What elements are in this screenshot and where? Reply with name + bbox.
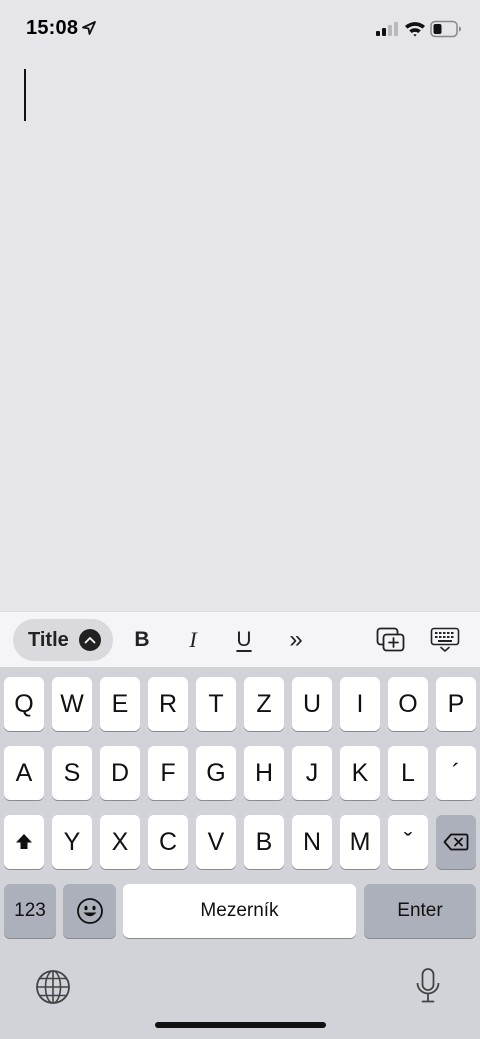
emoji-icon [76,898,103,924]
key-n[interactable]: N [292,815,332,869]
paragraph-style-label: Title [28,628,69,651]
cellular-signal-icon [376,22,398,36]
key-k[interactable]: K [340,746,380,800]
shift-key[interactable] [4,815,44,869]
key-z[interactable]: Z [244,677,284,731]
paragraph-style-button[interactable]: Title [13,619,113,661]
status-bar: 15:08 [0,0,480,60]
key-v[interactable]: V [196,815,236,869]
key-r[interactable]: R [148,677,188,731]
globe-icon[interactable] [35,969,71,1005]
return-key[interactable]: Enter [364,884,476,938]
microphone-icon[interactable] [414,967,442,1005]
key-f[interactable]: F [148,746,188,800]
dismiss-keyboard-icon [430,627,460,652]
key-acute-accent[interactable]: ´ [436,746,476,800]
home-indicator [155,1022,326,1028]
status-time: 15:08 [26,17,79,39]
key-d[interactable]: D [100,746,140,800]
key-h[interactable]: H [244,746,284,800]
shift-icon [16,834,32,849]
backspace-key[interactable] [436,815,476,869]
key-b[interactable]: B [244,815,284,869]
numbers-key[interactable]: 123 [4,884,56,938]
key-e[interactable]: E [100,677,140,731]
text-cursor [24,69,26,121]
key-y[interactable]: Y [52,815,92,869]
keyboard: Q W E R T Z U I O P A S D F G H J K L ´ … [0,667,480,1039]
backspace-icon [443,833,469,851]
location-arrow-icon [82,21,96,35]
key-q[interactable]: Q [4,677,44,731]
key-p[interactable]: P [436,677,476,731]
underline-button[interactable]: U [224,620,264,660]
key-t[interactable]: T [196,677,236,731]
key-a[interactable]: A [4,746,44,800]
key-caron[interactable]: ˇ [388,815,428,869]
note-editor[interactable] [0,60,480,611]
key-m[interactable]: M [340,815,380,869]
bold-button[interactable]: B [122,620,162,660]
key-u[interactable]: U [292,677,332,731]
battery-icon [430,20,461,38]
wifi-icon [405,22,425,37]
italic-button[interactable]: I [173,620,213,660]
more-formatting-button[interactable]: » [276,620,316,660]
key-x[interactable]: X [100,815,140,869]
key-c[interactable]: C [148,815,188,869]
chevron-up-icon [78,629,101,651]
emoji-key[interactable] [63,884,116,938]
dismiss-keyboard-button[interactable] [425,620,465,660]
key-o[interactable]: O [388,677,428,731]
key-g[interactable]: G [196,746,236,800]
insert-media-button[interactable] [371,620,411,660]
key-j[interactable]: J [292,746,332,800]
key-l[interactable]: L [388,746,428,800]
key-s[interactable]: S [52,746,92,800]
key-i[interactable]: I [340,677,380,731]
format-toolbar: Title B I U » [0,611,480,667]
insert-media-icon [376,627,405,652]
space-key[interactable]: Mezerník [123,884,356,938]
key-w[interactable]: W [52,677,92,731]
